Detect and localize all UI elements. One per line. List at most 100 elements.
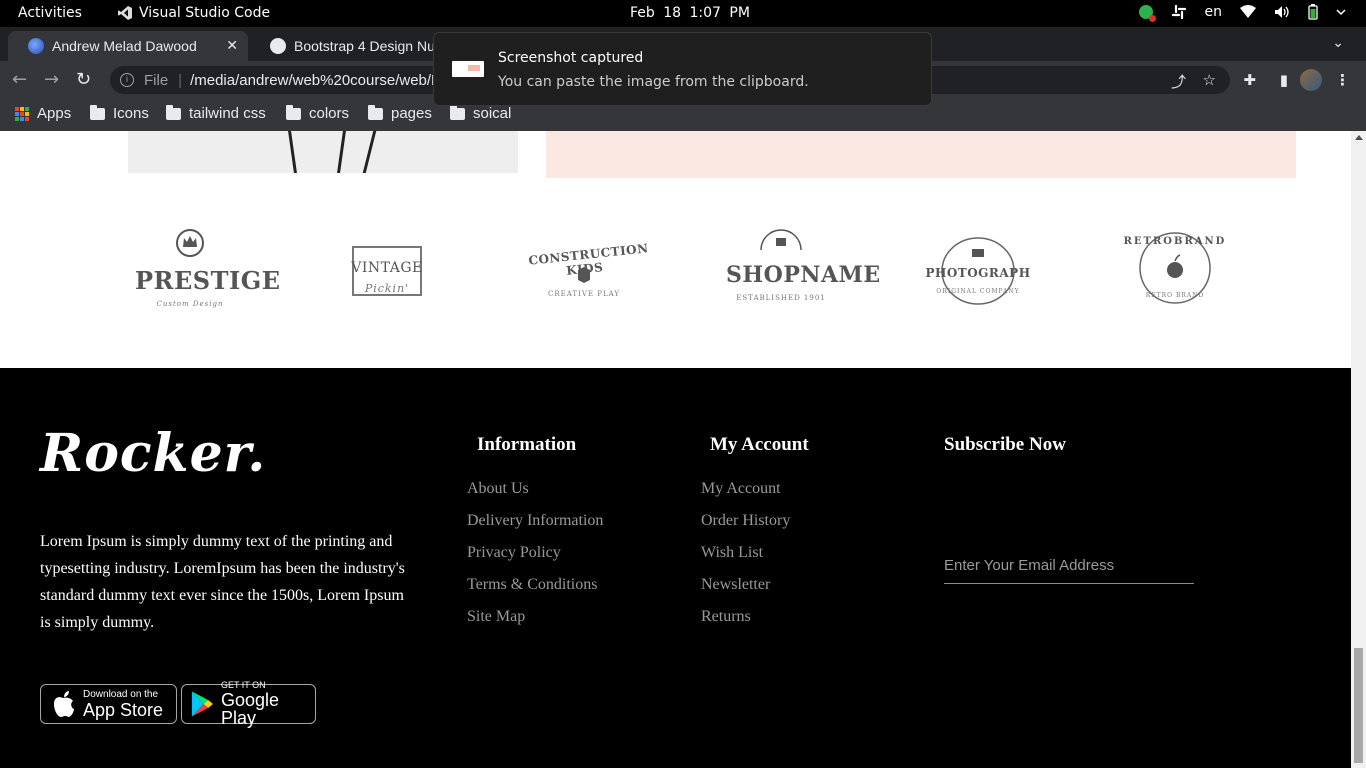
tab-title: Andrew Melad Dawood (52, 38, 197, 54)
vscode-icon (118, 6, 132, 20)
bookmark-label: colors (309, 105, 350, 122)
tab-andrew-melad-dawood[interactable]: Andrew Melad Dawood ✕ (8, 31, 248, 61)
forward-arrow-icon[interactable]: → (44, 69, 59, 90)
bookmark-tailwind-css[interactable]: tailwind css (166, 104, 266, 122)
product-photo (128, 131, 518, 173)
brand-logo-prestige[interactable]: PRESTIGE Custom Design (135, 226, 281, 326)
site-info-icon[interactable]: i (120, 73, 134, 87)
reload-icon[interactable]: ↻ (76, 69, 91, 90)
url-scheme: File (144, 71, 169, 89)
app-store-text: Download on the App Store (83, 689, 164, 720)
slack-icon[interactable] (1171, 4, 1187, 20)
share-icon[interactable]: ⤴ (1171, 71, 1186, 92)
notification-app-icon[interactable] (1138, 5, 1156, 22)
crown-badge-icon (176, 229, 204, 257)
brand-logo-construction-kids[interactable]: CONSTRUCTION KIDS CREATIVE PLAY (528, 226, 649, 326)
google-play-icon (191, 691, 214, 717)
activities-button[interactable]: Activities (18, 5, 82, 21)
bookmark-label: Apps (37, 105, 72, 122)
footer-link-site-map[interactable]: Site Map (467, 608, 603, 640)
tab-favicon-icon (28, 38, 44, 54)
shop-badge-icon (760, 229, 802, 251)
bookmark-apps[interactable]: Apps (15, 105, 71, 122)
tab-bootstrap-design[interactable]: Bootstrap 4 Design Nu (250, 31, 450, 61)
bookmark-pages[interactable]: pages (368, 104, 432, 122)
footer-link-order-history[interactable]: Order History (701, 512, 790, 544)
subscribe-email-input[interactable] (944, 548, 1194, 584)
app-store-badge[interactable]: Download on the App Store (40, 684, 177, 724)
brand-logo-photograph[interactable]: PHOTOGRAPH ORIGINAL COMPANY (923, 226, 1033, 326)
scroll-up-arrow-icon[interactable] (1355, 135, 1363, 140)
page-viewport: PRESTIGE Custom Design VINTAGE Pickin' C… (0, 131, 1351, 768)
back-arrow-icon[interactable]: ← (12, 69, 27, 90)
brand-logo-vintage[interactable]: VINTAGE Pickin' (332, 226, 442, 326)
brand-logo-subtext: Custom Design (156, 300, 224, 308)
kebab-menu-icon[interactable]: ⋮ (1335, 71, 1350, 89)
folder-icon (368, 104, 383, 120)
bookmark-icons[interactable]: Icons (90, 104, 149, 122)
footer-link-delivery-information[interactable]: Delivery Information (467, 512, 603, 544)
apple-logo-icon (54, 691, 74, 717)
page-scrollbar[interactable] (1351, 131, 1366, 768)
footer-link-about-us[interactable]: About Us (467, 480, 603, 512)
folder-icon (90, 104, 105, 120)
brand-logo-retrobrand[interactable]: RETROBRAND RETRO BRAND (1120, 226, 1230, 326)
bookmark-label: Icons (113, 105, 149, 122)
account-links: My Account Order History Wish List Newsl… (701, 480, 790, 640)
footer-link-my-account[interactable]: My Account (701, 480, 790, 512)
power-menu-icon[interactable] (1336, 7, 1346, 17)
brand-logo-text: RETROBRAND (1123, 236, 1227, 247)
google-play-line2: Google Play (220, 690, 279, 728)
my-account-heading: My Account (710, 434, 809, 455)
bookmark-colors[interactable]: colors (286, 104, 350, 122)
footer-about-text: Lorem Ipsum is simply dummy text of the … (40, 533, 405, 631)
brand-logo-text: SHOPNAME (726, 262, 881, 288)
bookmark-soical[interactable]: soical (450, 104, 512, 122)
folder-icon (166, 104, 181, 120)
profile-avatar[interactable] (1300, 69, 1322, 91)
footer-brand-logo[interactable]: Rocker. (40, 423, 266, 484)
clock[interactable]: Feb 18 1:07 PM (630, 5, 750, 21)
footer-link-returns[interactable]: Returns (701, 608, 790, 640)
folder-icon (286, 104, 301, 120)
brand-logo-text: PHOTOGRAPH (925, 266, 1031, 280)
brand-logos-row: PRESTIGE Custom Design VINTAGE Pickin' C… (128, 226, 1268, 326)
system-tray[interactable]: en (1138, 4, 1347, 22)
extensions-puzzle-icon[interactable]: ✚ (1243, 71, 1256, 89)
brand-logo-text: VINTAGE (351, 260, 423, 276)
notification-title: Screenshot captured (498, 50, 644, 66)
screenshot-notification[interactable]: Screenshot captured You can paste the im… (433, 32, 932, 106)
google-play-line1: GET IT ON (220, 680, 266, 690)
tab-search-chevron-icon[interactable]: ⌄ (1332, 35, 1344, 51)
footer-link-wish-list[interactable]: Wish List (701, 544, 790, 576)
footer-link-newsletter[interactable]: Newsletter (701, 576, 790, 608)
stool-leg (288, 131, 297, 173)
language-indicator[interactable]: en (1205, 4, 1223, 20)
brand-logo-subtext: RETRO BRAND (1145, 292, 1205, 299)
information-links: About Us Delivery Information Privacy Po… (467, 480, 603, 640)
footer-link-terms-conditions[interactable]: Terms & Conditions (467, 576, 603, 608)
brand-logo-subtext: Pickin' (364, 282, 410, 295)
brand-logo-shopname[interactable]: SHOPNAME ESTABLISHED 1901 (726, 226, 881, 326)
footer-link-privacy-policy[interactable]: Privacy Policy (467, 544, 603, 576)
subscribe-heading: Subscribe Now (944, 434, 1066, 455)
battery-icon[interactable] (1308, 4, 1318, 20)
scrollbar-thumb[interactable] (1354, 648, 1363, 763)
wifi-icon[interactable] (1240, 5, 1256, 19)
information-heading: Information (477, 434, 577, 455)
app-store-line2: App Store (83, 699, 164, 720)
url-text: /media/andrew/web%20course/web/Pr (190, 71, 447, 89)
bookmark-label: soical (473, 105, 512, 122)
google-play-badge[interactable]: GET IT ON Google Play (181, 680, 316, 728)
app-menu[interactable]: Visual Studio Code (117, 5, 270, 21)
system-top-bar: Activities Visual Studio Code Feb 18 1:0… (0, 0, 1366, 27)
stool-leg (337, 131, 346, 173)
app-name: Visual Studio Code (139, 5, 271, 21)
bookmark-star-icon[interactable]: ☆ (1203, 71, 1216, 89)
box-icon (578, 267, 590, 283)
brand-logo-text: PRESTIGE (135, 266, 281, 295)
volume-icon[interactable] (1274, 5, 1290, 19)
thumbnail-detail (468, 65, 480, 71)
side-panel-icon[interactable]: ▮ (1280, 71, 1288, 89)
close-tab-icon[interactable]: ✕ (226, 37, 238, 54)
